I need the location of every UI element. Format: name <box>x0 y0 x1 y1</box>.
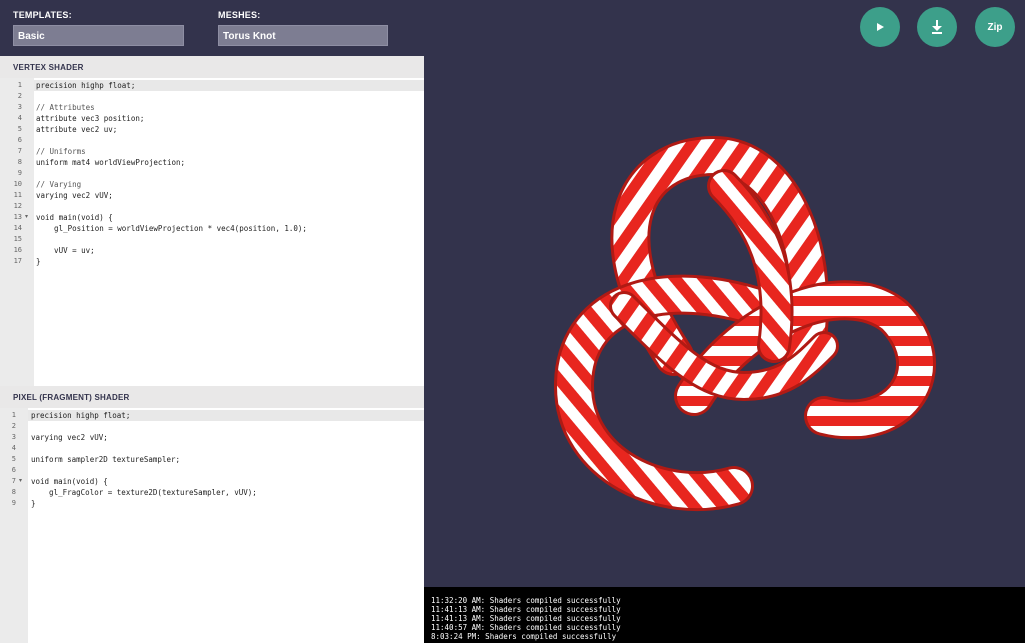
line-number: 6 <box>17 136 22 144</box>
line-number: 8 <box>11 488 16 496</box>
code-line[interactable]: } <box>36 256 41 267</box>
code-line[interactable]: precision highp float; <box>36 80 135 91</box>
console-log-line: 8:03:24 PM: Shaders compiled successfull… <box>431 632 617 641</box>
meshes-select[interactable]: Torus Knot <box>218 25 388 46</box>
vertex-shader-editor[interactable]: VERTEX SHADER 1 precision highp float; 2 3 /… <box>0 56 424 386</box>
fold-arrow-icon[interactable]: ▾ <box>25 212 28 223</box>
code-line[interactable]: void main(void) { <box>36 212 113 223</box>
console-log-line: 11:40:57 AM: Shaders compiled successful… <box>431 623 621 632</box>
line-number: 4 <box>11 444 16 452</box>
code-line[interactable]: } <box>31 498 36 509</box>
code-line[interactable]: uniform mat4 worldViewProjection; <box>36 157 185 168</box>
line-number: 3 <box>11 433 16 441</box>
fragment-shader-editor[interactable]: PIXEL (FRAGMENT) SHADER 1 precision highp… <box>0 386 424 643</box>
code-line[interactable]: attribute vec2 uv; <box>36 124 117 135</box>
code-line[interactable]: void main(void) { <box>31 476 108 487</box>
code-line[interactable]: // Varying <box>36 179 81 190</box>
line-number: 9 <box>11 499 16 507</box>
code-line[interactable]: uniform sampler2D textureSampler; <box>31 454 180 465</box>
line-number: 4 <box>17 114 22 122</box>
line-number: 5 <box>17 125 22 133</box>
download-icon <box>932 20 942 34</box>
output-console: 11:32:20 AM: Shaders compiled successful… <box>424 587 1025 643</box>
render-viewport[interactable] <box>424 56 1025 587</box>
code-line[interactable]: gl_FragColor = texture2D(textureSampler,… <box>31 487 257 498</box>
code-line[interactable]: precision highp float; <box>31 410 130 421</box>
meshes-label: MESHES: <box>218 10 261 20</box>
line-number: 5 <box>11 455 16 463</box>
vertex-shader-title: VERTEX SHADER <box>0 56 424 78</box>
download-button[interactable] <box>917 7 957 47</box>
code-line[interactable]: attribute vec3 position; <box>36 113 144 124</box>
line-number: 2 <box>11 422 16 430</box>
line-number: 11 <box>13 191 22 199</box>
code-line[interactable]: varying vec2 vUV; <box>31 432 108 443</box>
fold-arrow-icon[interactable]: ▾ <box>19 476 22 487</box>
line-number: 3 <box>17 103 22 111</box>
console-log-line: 11:32:20 AM: Shaders compiled successful… <box>431 596 621 605</box>
console-log-line: 11:41:13 AM: Shaders compiled successful… <box>431 605 621 614</box>
torus-knot-render <box>553 135 936 512</box>
line-number: 14 <box>13 224 22 232</box>
line-number: 10 <box>13 180 22 188</box>
code-line[interactable]: varying vec2 vUV; <box>36 190 113 201</box>
line-number: 2 <box>17 92 22 100</box>
console-log-line: 11:41:13 AM: Shaders compiled successful… <box>431 614 621 623</box>
line-number: 7 <box>11 477 16 485</box>
zip-button[interactable]: Zip <box>975 7 1015 47</box>
code-line[interactable]: gl_Position = worldViewProjection * vec4… <box>36 223 307 234</box>
line-number: 8 <box>17 158 22 166</box>
line-number: 15 <box>13 235 22 243</box>
line-number: 1 <box>17 81 22 89</box>
line-number: 17 <box>13 257 22 265</box>
line-number: 16 <box>13 246 22 254</box>
top-toolbar: TEMPLATES: Basic MESHES: Torus Knot Zip <box>0 0 1025 56</box>
templates-select[interactable]: Basic <box>13 25 184 46</box>
line-number: 6 <box>11 466 16 474</box>
code-line[interactable]: // Attributes <box>36 102 95 113</box>
fragment-shader-title: PIXEL (FRAGMENT) SHADER <box>0 386 424 408</box>
templates-label: TEMPLATES: <box>13 10 72 20</box>
play-icon <box>877 23 884 31</box>
line-number: 12 <box>13 202 22 210</box>
line-number: 1 <box>11 411 16 419</box>
code-line[interactable]: vUV = uv; <box>36 245 95 256</box>
line-number: 13 <box>13 213 22 221</box>
run-button[interactable] <box>860 7 900 47</box>
line-number: 7 <box>17 147 22 155</box>
line-number: 9 <box>17 169 22 177</box>
code-line[interactable]: // Uniforms <box>36 146 86 157</box>
